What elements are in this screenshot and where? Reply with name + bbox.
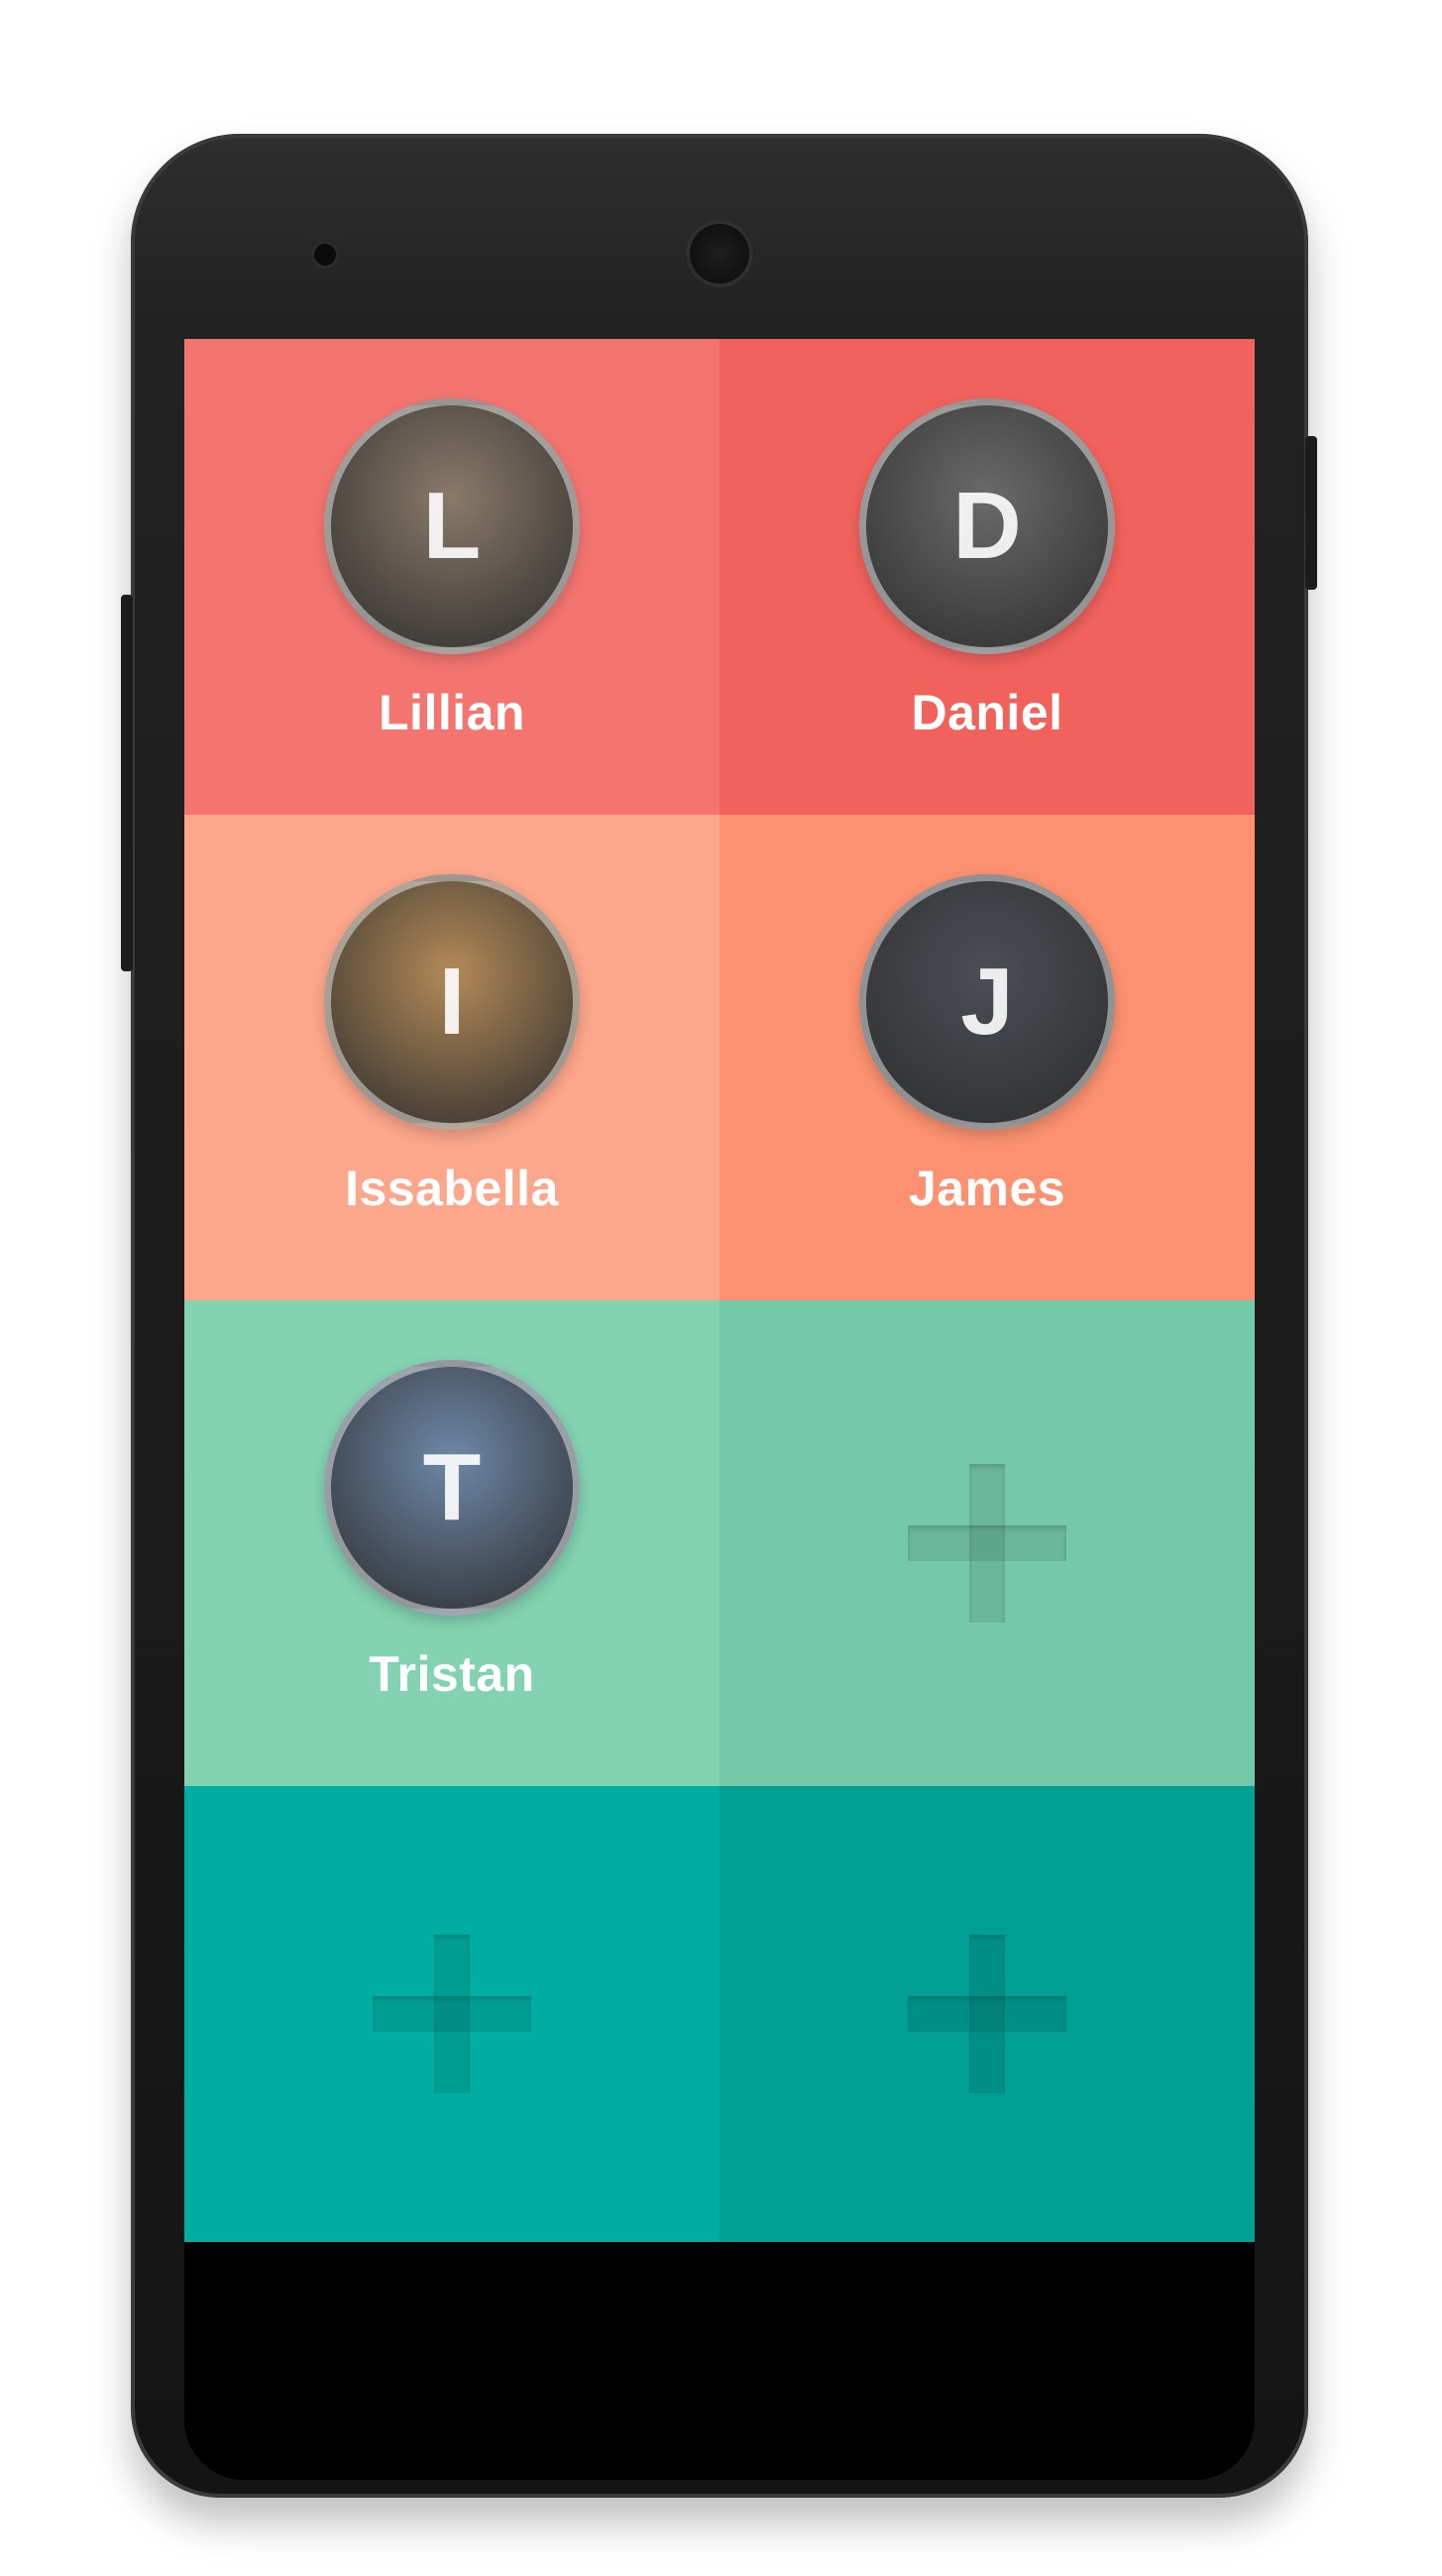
avatar-initial: D [952, 473, 1022, 579]
power-button [1305, 436, 1317, 590]
contact-name: Lillian [379, 685, 525, 740]
contact-tile-lillian[interactable]: L Lillian [184, 339, 720, 815]
bottom-bezel [184, 2242, 1255, 2480]
add-contact-tile[interactable] [720, 1300, 1255, 1786]
contacts-grid: L Lillian D Daniel I Issabella J James T… [184, 339, 1255, 2242]
contact-name: Daniel [911, 685, 1063, 740]
add-contact-tile[interactable] [720, 1786, 1255, 2242]
avatar: J [859, 874, 1115, 1130]
contact-tile-issabella[interactable]: I Issabella [184, 815, 720, 1300]
plus-icon [908, 1935, 1066, 2093]
contact-tile-daniel[interactable]: D Daniel [720, 339, 1255, 815]
contact-name: James [908, 1161, 1066, 1216]
avatar-initial: L [422, 473, 482, 579]
contact-name: Issabella [345, 1161, 559, 1216]
add-contact-tile[interactable] [184, 1786, 720, 2242]
avatar: L [324, 398, 580, 654]
avatar-initial: T [422, 1434, 482, 1540]
contact-name: Tristan [369, 1646, 535, 1702]
contact-tile-tristan[interactable]: T Tristan [184, 1300, 720, 1786]
front-camera-icon [311, 241, 339, 269]
plus-icon [373, 1935, 531, 2093]
avatar: T [324, 1360, 580, 1616]
avatar: I [324, 874, 580, 1130]
volume-button [121, 595, 133, 971]
contact-tile-james[interactable]: J James [720, 815, 1255, 1300]
avatar-initial: J [960, 949, 1014, 1055]
plus-icon [908, 1464, 1066, 1623]
avatar-initial: I [438, 949, 466, 1055]
speaker-icon [686, 220, 753, 287]
avatar: D [859, 398, 1115, 654]
